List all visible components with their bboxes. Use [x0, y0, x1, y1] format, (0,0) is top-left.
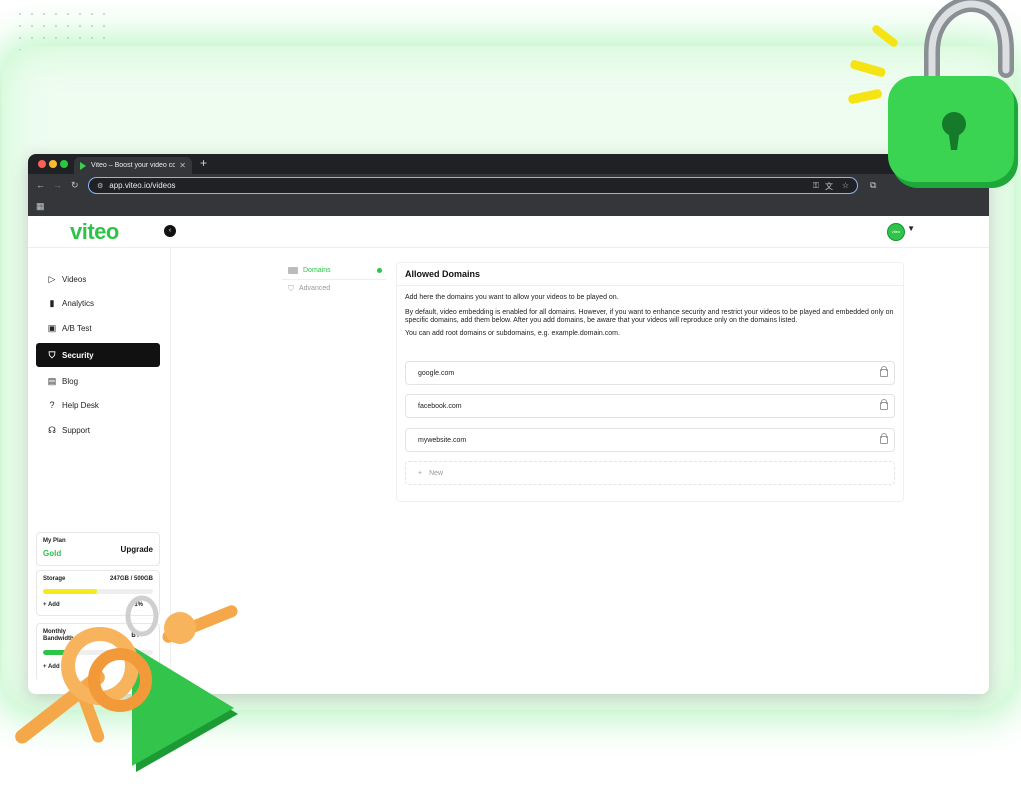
domains-icon [288, 267, 298, 274]
sidebar-item-blog[interactable]: ▤ Blog [36, 370, 160, 392]
url-text: app.viteo.io/videos [109, 181, 176, 190]
sidebar-item-label: Help Desk [62, 400, 99, 410]
shield-icon: ⛉ [288, 283, 294, 293]
lock-icon[interactable] [880, 433, 888, 444]
sidebar-item-label: A/B Test [62, 323, 92, 333]
key-icon[interactable]: ⚿ [813, 181, 819, 191]
translate-icon[interactable]: 文 [825, 181, 833, 192]
forward-icon[interactable]: → [53, 180, 62, 190]
settings-nav: Domains ⛉ Advanced [282, 262, 386, 297]
panel-title: Allowed Domains [397, 263, 903, 286]
app-header: viteo ‹ viteo ▼ [28, 216, 989, 248]
sidebar-item-ab-test[interactable]: ▣ A/B Test [36, 317, 160, 339]
lock-icon[interactable] [880, 399, 888, 410]
storage-label: Storage [43, 576, 66, 582]
reload-icon[interactable]: ↻ [71, 180, 79, 191]
tab-label: Advanced [299, 285, 331, 292]
sidebar-item-label: Analytics [62, 298, 95, 308]
active-dot-icon [377, 268, 382, 273]
sidebar-item-support[interactable]: ☊ Support [36, 419, 160, 441]
plan-label: My Plan [43, 538, 66, 544]
lock-icon[interactable] [880, 366, 888, 377]
tab-advanced[interactable]: ⛉ Advanced [282, 280, 386, 297]
domain-value: facebook.com [418, 402, 462, 410]
chevron-down-icon[interactable]: ▼ [907, 224, 915, 233]
domain-value: mywebsite.com [418, 436, 467, 444]
plan-card: My Plan Gold Upgrade [36, 532, 160, 566]
sidebar-item-videos[interactable]: ▷ Videos [36, 268, 160, 290]
apps-grid-icon[interactable]: ▦ [36, 201, 45, 212]
allowed-domains-panel: Allowed Domains Add here the domains you… [396, 262, 904, 502]
storage-value: 247GB / 500GB [109, 576, 153, 582]
close-tab-icon[interactable]: ✕ [179, 161, 186, 170]
sidebar-item-label: Security [62, 350, 94, 360]
help-icon: ? [49, 400, 55, 410]
address-bar[interactable]: ⚙ app.viteo.io/videos ⚿ 文 ☆ [88, 177, 858, 194]
shield-icon: ⛉ [48, 349, 56, 360]
bookmarks-bar: ▦ [28, 198, 989, 217]
tab-title: Viteo – Boost your video con [91, 162, 176, 169]
minimize-window-icon[interactable] [49, 160, 57, 168]
plan-name: Gold [43, 549, 62, 558]
sidebar-item-analytics[interactable]: ▮ Analytics [36, 292, 160, 314]
keys-icon [15, 595, 238, 772]
sidebar-item-help-desk[interactable]: ? Help Desk [36, 394, 160, 416]
maximize-window-icon[interactable] [60, 160, 68, 168]
sidebar-item-security[interactable]: ⛉ Security [36, 343, 160, 367]
viteo-logo[interactable]: viteo [70, 219, 119, 245]
domain-row[interactable]: facebook.com [405, 394, 895, 418]
site-settings-icon[interactable]: ⚙ [97, 182, 103, 190]
new-tab-icon[interactable]: + [200, 156, 207, 170]
domain-value: google.com [418, 369, 455, 377]
panel-intro: Add here the domains you want to allow y… [405, 294, 619, 301]
panel-hint: You can add root domains or subdomains, … [405, 330, 620, 337]
collapse-sidebar-icon[interactable]: ‹ [164, 225, 176, 237]
upgrade-button[interactable]: Upgrade [121, 545, 153, 554]
back-icon[interactable]: ← [36, 180, 45, 190]
open-padlock-icon [848, 0, 1018, 188]
plus-icon: + [418, 469, 423, 477]
avatar[interactable]: viteo [887, 223, 905, 241]
new-domain-button[interactable]: + New [405, 461, 895, 485]
domain-row[interactable]: mywebsite.com [405, 428, 895, 452]
new-domain-label: New [429, 469, 444, 477]
bar-chart-icon: ▮ [49, 297, 55, 308]
sidebar-item-label: Blog [62, 376, 79, 386]
browser-tab[interactable]: Viteo – Boost your video con ✕ [74, 157, 192, 174]
domain-row[interactable]: google.com [405, 361, 895, 385]
sidebar-item-label: Videos [62, 274, 87, 284]
blog-icon: ▤ [47, 375, 57, 386]
sidebar-item-label: Support [62, 425, 91, 435]
tab-domains[interactable]: Domains [282, 262, 386, 280]
viteo-favicon-icon [80, 161, 86, 170]
video-icon: ▷ [48, 273, 56, 284]
ab-test-icon: ▣ [47, 322, 57, 333]
headset-icon: ☊ [48, 424, 56, 435]
close-window-icon[interactable] [38, 160, 46, 168]
panel-description: By default, video embedding is enabled f… [405, 309, 894, 324]
tab-label: Domains [303, 267, 331, 274]
